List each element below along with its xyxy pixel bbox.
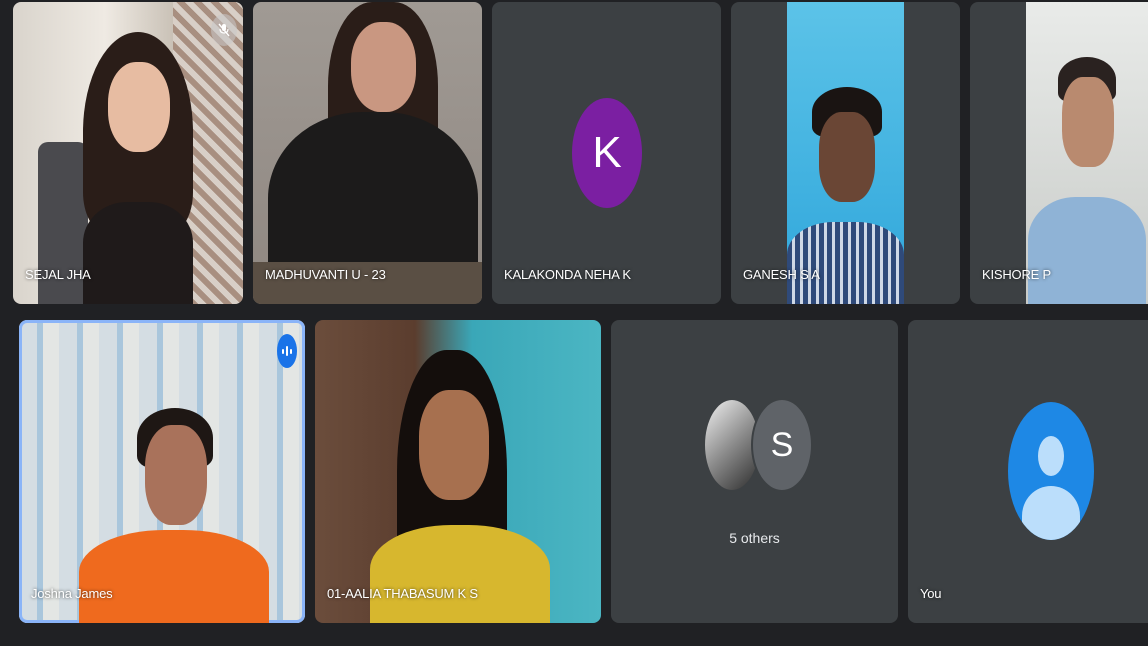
participant-tile-aalia[interactable]: 01-AALIA THABASUM K S [315,320,601,623]
participant-tile-madhuvanti[interactable]: MADHUVANTI U - 23 [253,2,482,304]
others-count: 5 others [729,530,780,546]
participant-name: Joshna James [31,586,113,601]
participant-name: 01-AALIA THABASUM K S [327,586,478,601]
participant-avatar: K [572,98,642,208]
participant-tile-ganesh[interactable]: GANESH S A [731,2,960,304]
participant-video [13,2,243,304]
participant-name: KISHORE P [982,267,1051,282]
audio-level-icon [277,334,297,368]
participant-name: GANESH S A [743,267,820,282]
participant-tile-kishore[interactable]: KISHORE P [970,2,1148,304]
default-avatar-icon [1008,402,1094,540]
participant-video [787,2,904,304]
participant-video [19,320,305,623]
participant-name: KALAKONDA NEHA K [504,267,631,282]
others-tile[interactable]: S 5 others [611,320,898,623]
others-avatar-initial: S [751,398,813,492]
participant-tile-kalakonda[interactable]: K KALAKONDA NEHA K [492,2,721,304]
meeting-grid: SEJAL JHA MADHUVANTI U - 23 K KALAKONDA … [0,0,1148,646]
participant-tile-joshna[interactable]: Joshna James [19,320,305,623]
self-tile[interactable]: You [908,320,1148,623]
mic-off-icon [211,14,237,46]
participant-name: SEJAL JHA [25,267,91,282]
participant-video [1026,2,1148,304]
participant-name: MADHUVANTI U - 23 [265,267,386,282]
participant-tile-sejal-jha[interactable]: SEJAL JHA [13,2,243,304]
participant-name: You [920,586,942,601]
participant-video [253,2,482,304]
participant-video [315,320,601,623]
